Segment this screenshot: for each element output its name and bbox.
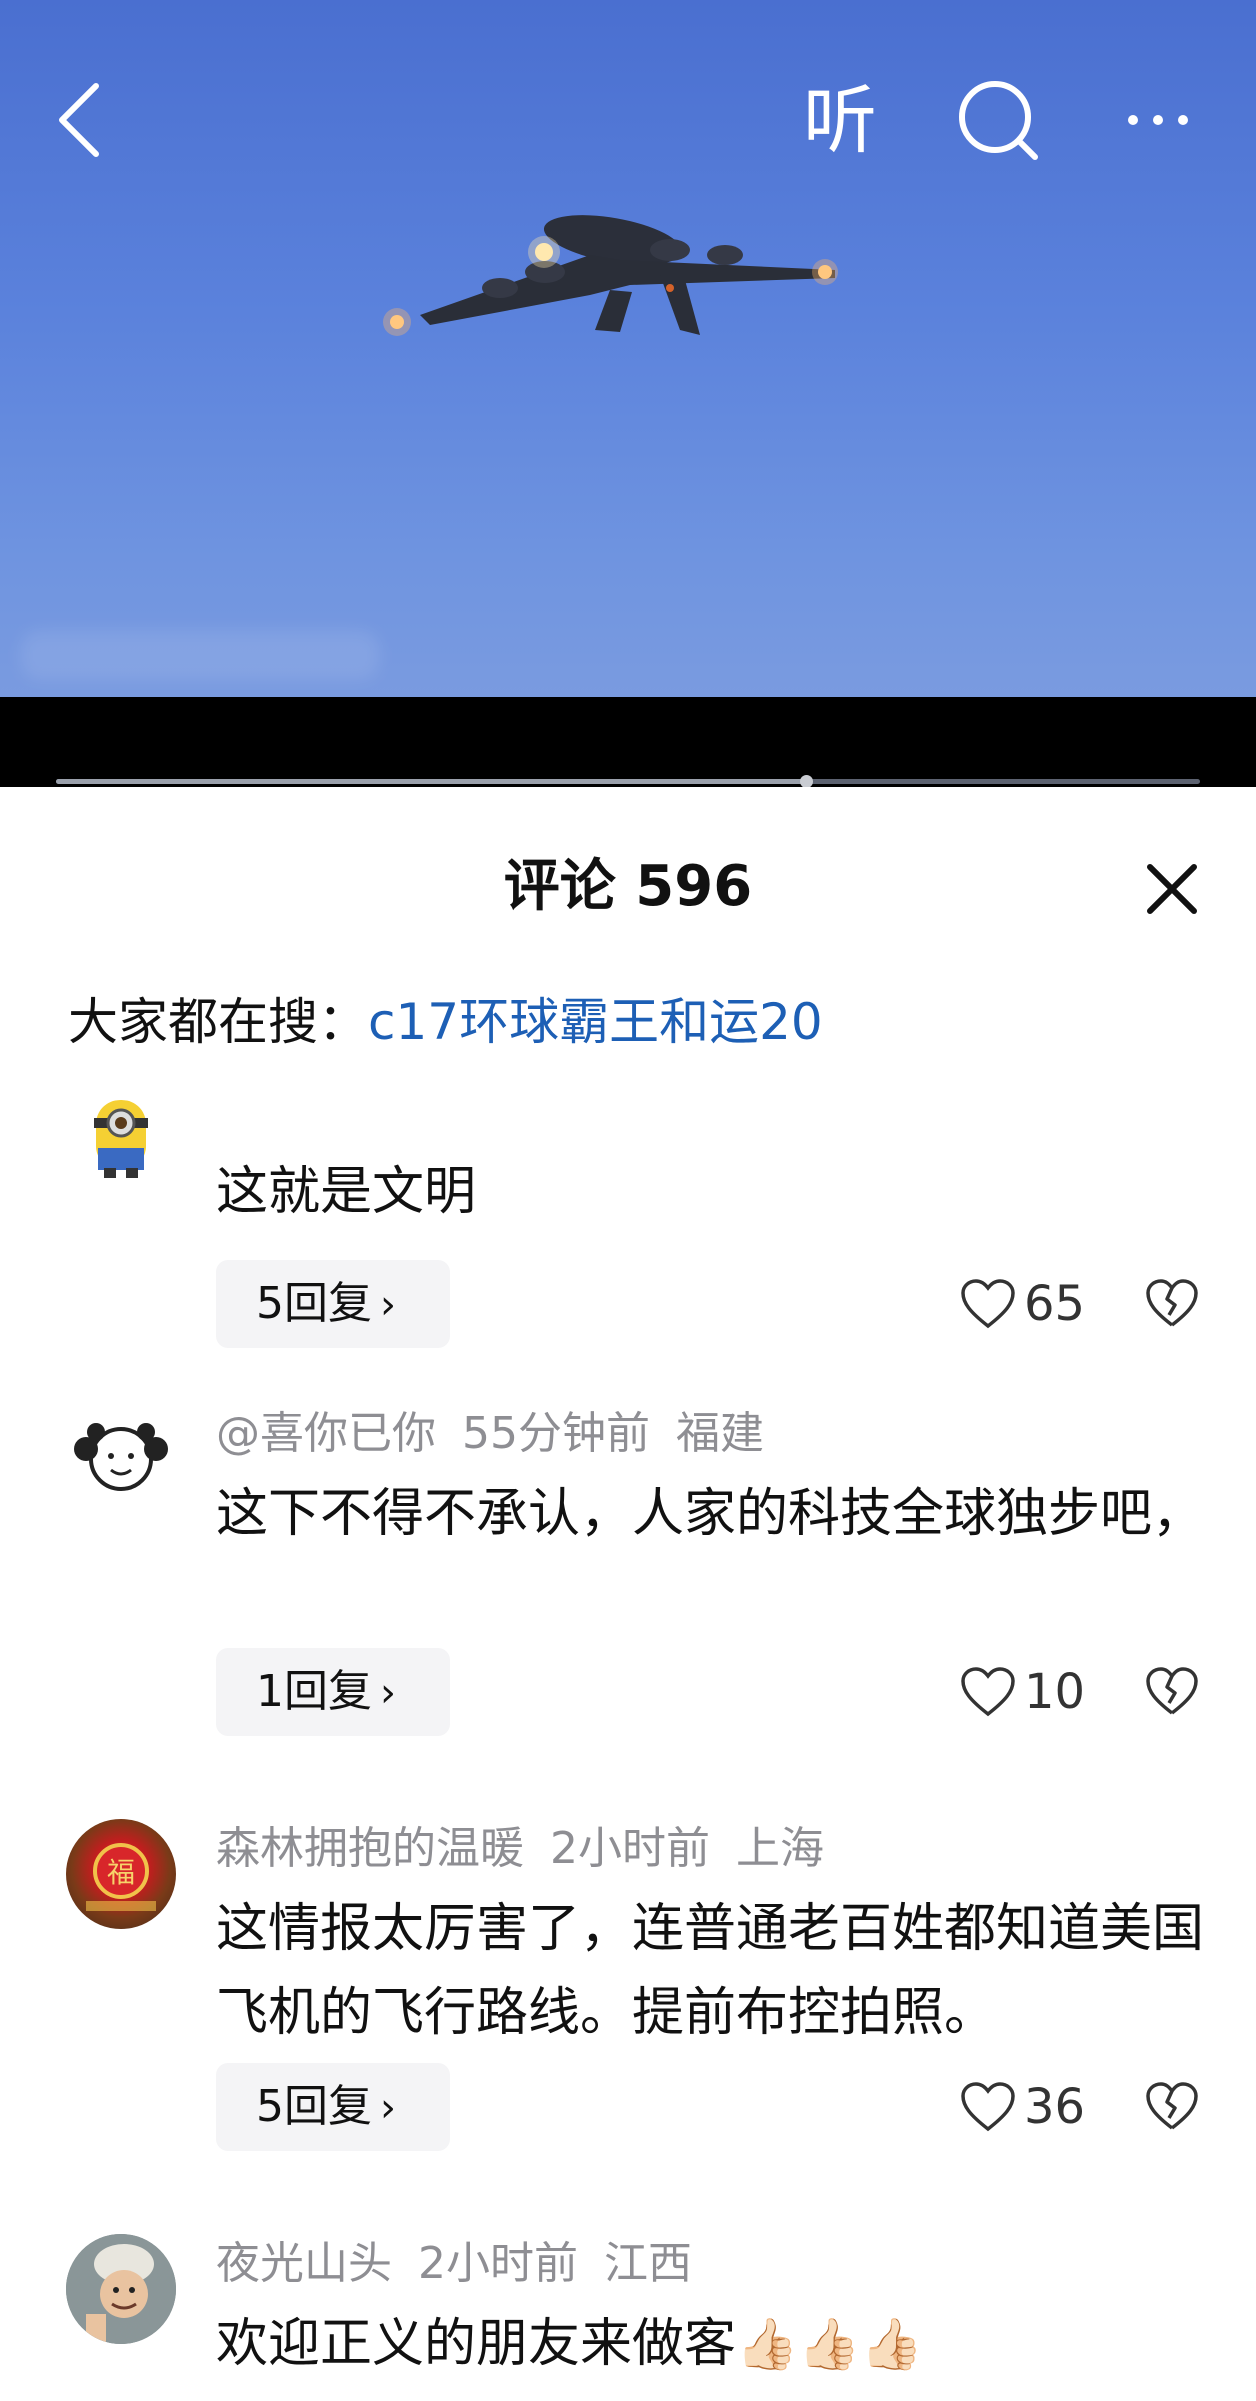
close-icon[interactable] bbox=[1140, 857, 1204, 921]
airplane-image bbox=[383, 215, 838, 336]
broken-heart-icon bbox=[1146, 1279, 1198, 1327]
comment-meta: 夜光山头 2小时前 江西 bbox=[216, 2234, 718, 2294]
heart-icon bbox=[961, 2082, 1015, 2132]
hot-search-prefix: 大家都在搜： bbox=[68, 993, 368, 1051]
comment-username[interactable]: 夜光山头 bbox=[216, 2238, 392, 2289]
comment-text: 这情报太厉害了，连普通老百姓都知道美国飞机的飞行路线。提前布控拍照。 bbox=[216, 1899, 1205, 2043]
comment-location: 上海 bbox=[736, 1823, 824, 1874]
avatar[interactable] bbox=[66, 1404, 176, 1514]
panel-title: 评论 596 bbox=[503, 854, 753, 919]
broken-heart-icon bbox=[1146, 1667, 1198, 1715]
comment-time: 2小时前 bbox=[550, 1823, 710, 1874]
comment-item: 这就是文明 5回复 › 65 bbox=[0, 1100, 1256, 1380]
comment-item: 福 森林拥抱的温暖 2小时前 上海 这情报太厉害了，连普通老百姓都知道美国飞机的飞行… bbox=[0, 1819, 1256, 2229]
reply-button[interactable]: 5回复 › bbox=[216, 2063, 450, 2151]
chevron-right-icon: › bbox=[380, 2085, 396, 2131]
broken-heart-icon bbox=[1146, 2082, 1198, 2130]
video-progress-bar[interactable] bbox=[56, 775, 1200, 788]
heart-icon bbox=[961, 1279, 1015, 1329]
like-count: 10 bbox=[1024, 1664, 1086, 1720]
svg-text:福: 福 bbox=[107, 1856, 135, 1889]
like-count: 65 bbox=[1024, 1276, 1086, 1332]
avatar[interactable] bbox=[66, 2234, 176, 2344]
back-icon[interactable] bbox=[48, 78, 108, 162]
comment-text: 这下不得不承认，人家的科技全球独步吧， bbox=[216, 1484, 1205, 1544]
comment-location: 福建 bbox=[676, 1408, 764, 1459]
more-icon[interactable] bbox=[1118, 90, 1198, 150]
comment-meta: @喜你已你 55分钟前 福建 bbox=[216, 1404, 790, 1464]
chevron-right-icon: › bbox=[380, 1670, 396, 1716]
video-letterbox bbox=[0, 697, 1256, 787]
comment-text-body: 欢迎正义的朋友来做客 bbox=[216, 2314, 737, 2374]
comment-item: @喜你已你 55分钟前 福建 这下不得不承认，人家的科技全球独步吧， 1回复 › 10 bbox=[0, 1404, 1256, 1814]
like-button[interactable]: 36 bbox=[960, 2063, 1085, 2151]
chevron-right-icon: › bbox=[380, 1282, 396, 1328]
reply-button[interactable]: 5回复 › bbox=[216, 1260, 450, 1348]
hot-search: 大家都在搜：c17环球霸王和运20 bbox=[68, 987, 823, 1057]
like-count: 36 bbox=[1024, 2079, 1086, 2135]
avatar[interactable]: 福 bbox=[66, 1819, 176, 1929]
listen-button[interactable]: 听 bbox=[790, 76, 890, 166]
reply-count: 5回复 bbox=[256, 2081, 372, 2132]
dislike-button[interactable] bbox=[1140, 2063, 1204, 2151]
comment-username[interactable]: 森林拥抱的温暖 bbox=[216, 1823, 524, 1874]
comment-username[interactable]: @喜你已你 bbox=[216, 1408, 436, 1459]
avatar[interactable] bbox=[66, 1100, 176, 1210]
comment-text: 这就是文明 bbox=[216, 1162, 477, 1222]
comment-time: 55分钟前 bbox=[462, 1408, 650, 1459]
thumbs-up-emoji: 👍🏻👍🏻👍🏻 bbox=[736, 2315, 923, 2373]
dislike-button[interactable] bbox=[1140, 1260, 1204, 1348]
like-button[interactable]: 10 bbox=[960, 1648, 1085, 1736]
hot-search-link[interactable]: c17环球霸王和运20 bbox=[368, 993, 823, 1051]
like-button[interactable]: 65 bbox=[960, 1260, 1085, 1348]
video-watermark-haze bbox=[20, 630, 380, 680]
reply-button[interactable]: 1回复 › bbox=[216, 1648, 450, 1736]
dislike-button[interactable] bbox=[1140, 1648, 1204, 1736]
comment-meta: 森林拥抱的温暖 2小时前 上海 bbox=[216, 1819, 850, 1879]
comment-location: 江西 bbox=[604, 2238, 692, 2289]
reply-count: 5回复 bbox=[256, 1278, 372, 1329]
heart-icon bbox=[961, 1667, 1015, 1717]
search-icon[interactable] bbox=[950, 72, 1046, 168]
comment-text: 欢迎正义的朋友来做客👍🏻👍🏻👍🏻 bbox=[216, 2302, 1216, 2386]
comment-item: 夜光山头 2小时前 江西 欢迎正义的朋友来做客👍🏻👍🏻👍🏻 bbox=[0, 2234, 1256, 2401]
comment-time: 2小时前 bbox=[418, 2238, 578, 2289]
reply-count: 1回复 bbox=[256, 1666, 372, 1717]
comments-panel: 评论 596 大家都在搜：c17环球霸王和运20 这就是文明 5回复› 65 bbox=[0, 787, 1256, 2401]
video-progress-fill bbox=[56, 779, 807, 784]
video-player[interactable]: 听 bbox=[0, 0, 1256, 697]
